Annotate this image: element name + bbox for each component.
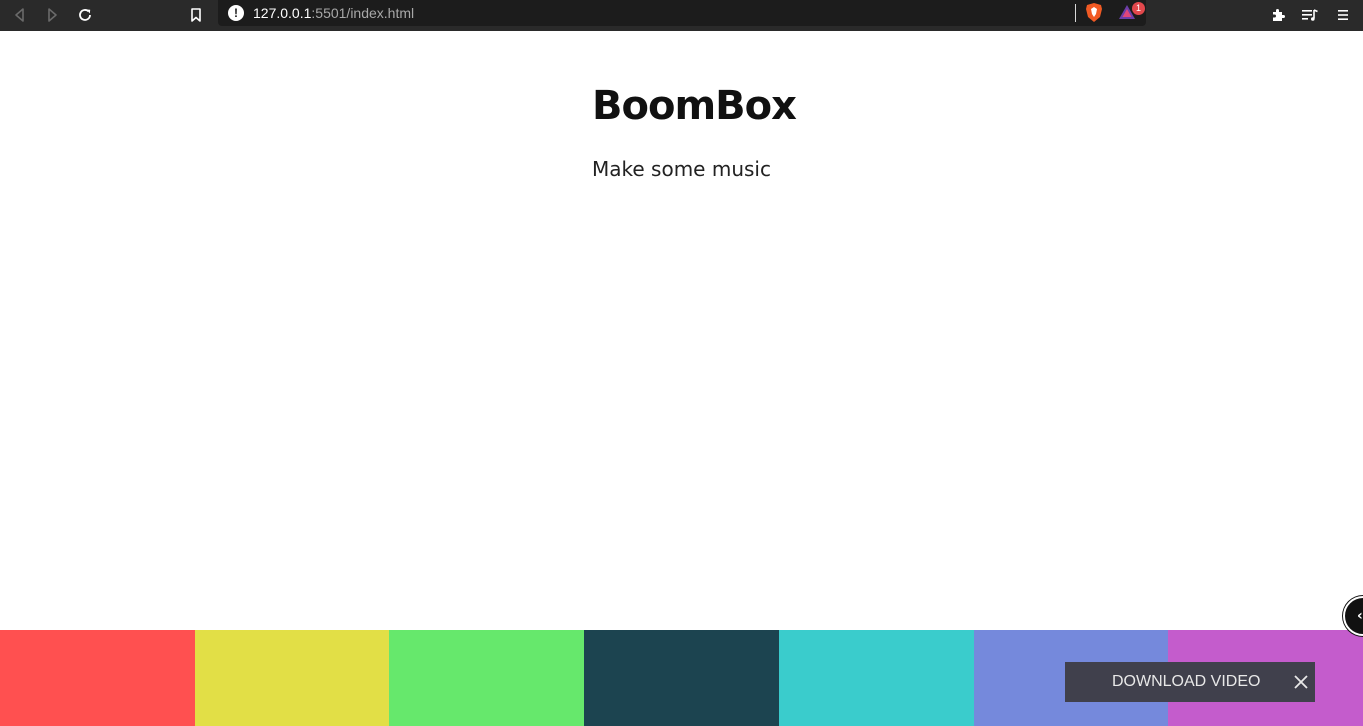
extensions-icon[interactable]	[1266, 3, 1290, 27]
media-queue-icon[interactable]	[1298, 3, 1322, 27]
reload-icon[interactable]	[73, 3, 97, 27]
pad-4[interactable]	[584, 630, 779, 726]
page-subtitle: Make some music	[592, 157, 771, 181]
pad-1[interactable]	[0, 630, 195, 726]
site-info-icon[interactable]: !	[228, 5, 244, 21]
pad-5[interactable]	[778, 630, 974, 726]
brave-shield-icon[interactable]	[1084, 2, 1104, 29]
browser-toolbar: ! 127.0.0.1:5501/index.html 1	[0, 0, 1363, 31]
download-video-bar[interactable]: DOWNLOAD VIDEO	[1065, 662, 1315, 702]
url-text[interactable]: 127.0.0.1:5501/index.html	[253, 4, 414, 22]
bookmark-icon[interactable]	[184, 3, 208, 27]
forward-icon[interactable]	[40, 3, 64, 27]
address-bar-divider	[1075, 4, 1076, 22]
close-icon[interactable]	[1291, 672, 1311, 692]
chevron-left-icon: ‹	[1357, 608, 1363, 624]
url-path: :5501/index.html	[311, 5, 415, 21]
rewards-badge: 1	[1132, 2, 1145, 15]
page-title: BoomBox	[592, 83, 797, 129]
pad-3[interactable]	[389, 630, 585, 726]
url-host: 127.0.0.1	[253, 5, 312, 21]
address-bar[interactable]: ! 127.0.0.1:5501/index.html 1	[218, 0, 1146, 26]
pad-2[interactable]	[194, 630, 390, 726]
back-icon[interactable]	[8, 3, 32, 27]
menu-icon[interactable]	[1331, 3, 1355, 27]
download-video-button[interactable]: DOWNLOAD VIDEO	[1112, 673, 1260, 691]
